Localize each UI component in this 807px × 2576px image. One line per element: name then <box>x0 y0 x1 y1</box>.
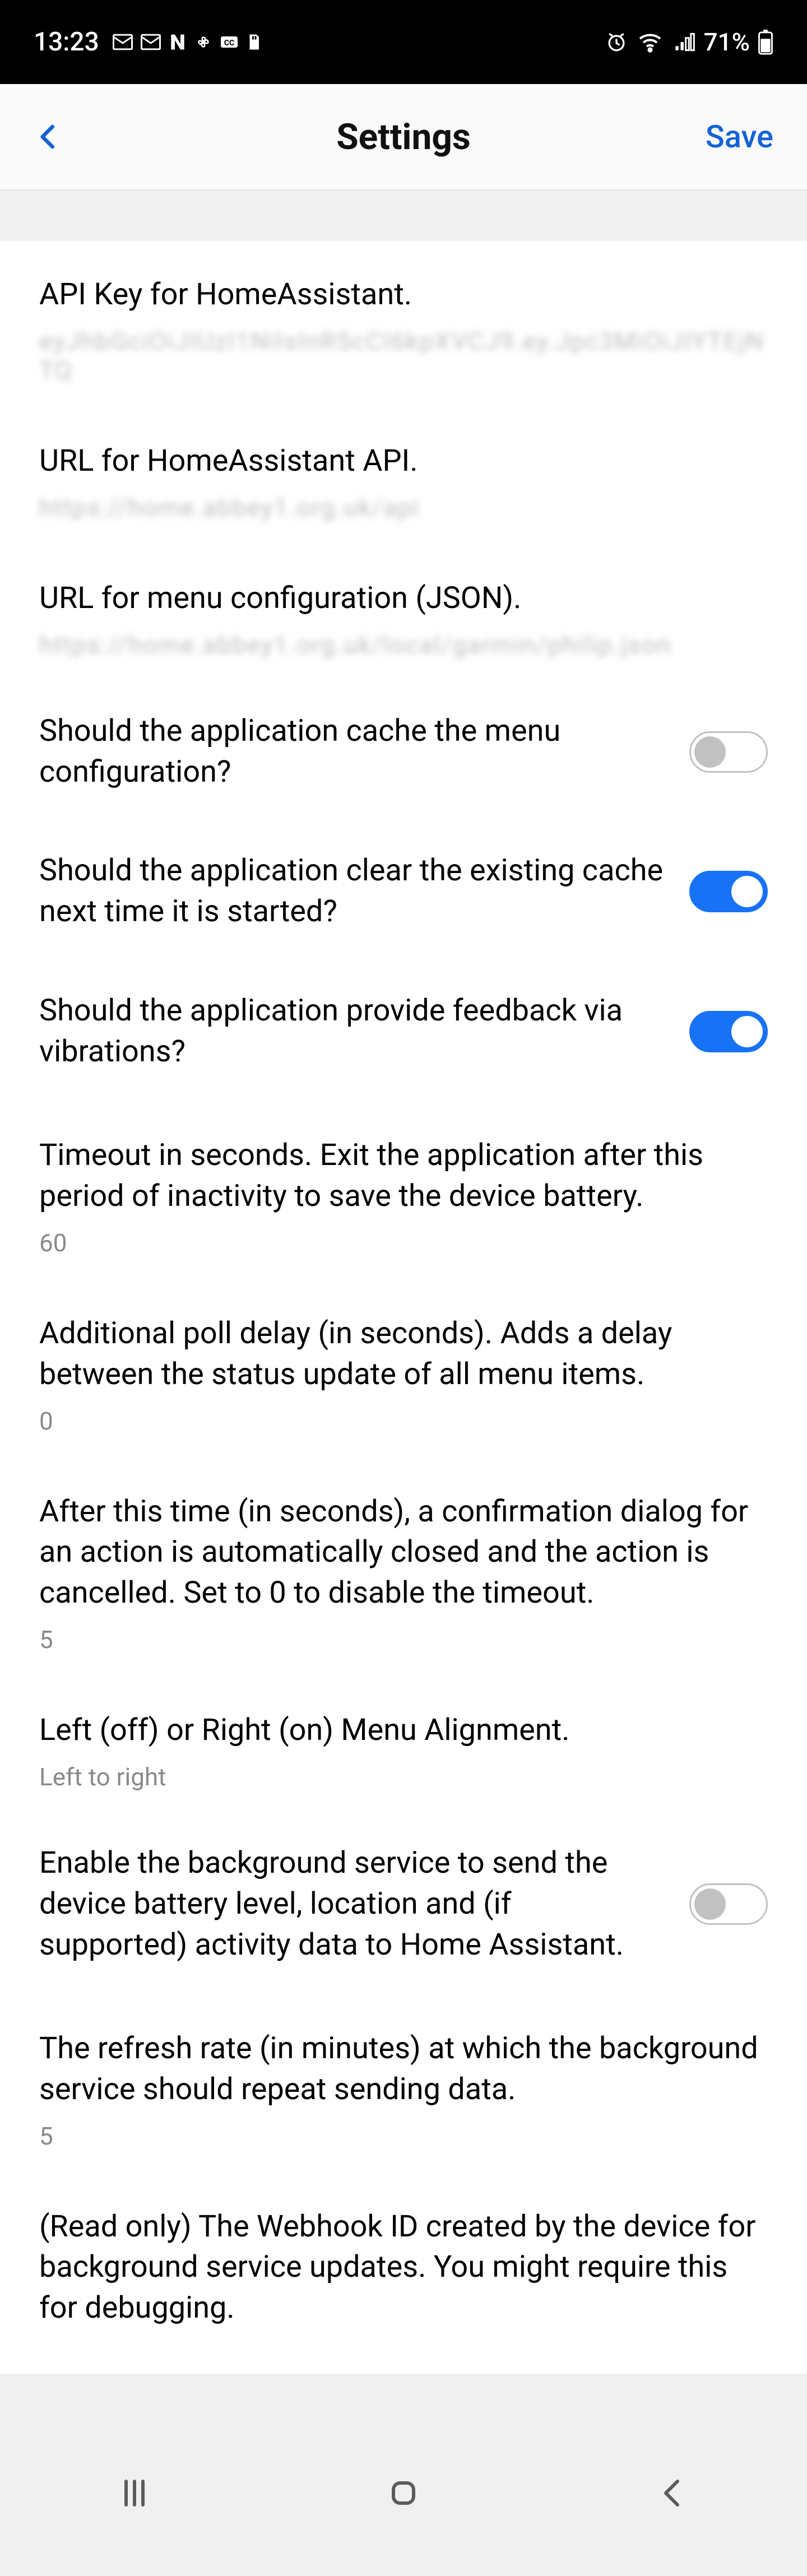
fan-icon <box>192 31 215 53</box>
row-vibration: Should the application provide feedback … <box>39 962 768 1102</box>
row-background-service: Enable the background service to send th… <box>39 1814 768 1995</box>
row-refresh-rate[interactable]: The refresh rate (in minutes) at which t… <box>39 1995 768 2173</box>
back-button[interactable] <box>34 122 64 152</box>
page-title: Settings <box>336 116 471 158</box>
toggle-cache-menu[interactable] <box>689 731 768 773</box>
value-blurred: eyJhbGciOiJIUzI1NiIsInR5cCI6kpXVCJ9.ey.J… <box>39 327 768 385</box>
toggle-clear-cache[interactable] <box>689 871 768 912</box>
value: 5 <box>39 2122 768 2151</box>
value: Left to right <box>39 1762 768 1791</box>
notion-icon <box>166 31 189 53</box>
battery-percent: 71% <box>704 27 750 57</box>
toggle-background-service[interactable] <box>689 1883 768 1925</box>
section-gap <box>0 191 807 241</box>
label: URL for HomeAssistant API. <box>39 441 768 482</box>
value: 60 <box>39 1228 768 1257</box>
row-poll-delay[interactable]: Additional poll delay (in seconds). Adds… <box>39 1280 768 1458</box>
status-bar: 13:23 CC <box>0 0 807 84</box>
settings-list: API Key for HomeAssistant. eyJhbGciOiJIU… <box>0 241 807 2374</box>
row-clear-cache: Should the application clear the existin… <box>39 821 768 962</box>
label: Left (off) or Right (on) Menu Alignment. <box>39 1710 768 1751</box>
row-confirm-timeout[interactable]: After this time (in seconds), a confirma… <box>39 1458 768 1677</box>
row-api-key[interactable]: API Key for HomeAssistant. eyJhbGciOiJIU… <box>39 241 768 407</box>
label: Enable the background service to send th… <box>39 1843 667 1966</box>
label: Additional poll delay (in seconds). Adds… <box>39 1313 768 1395</box>
screen: 13:23 CC <box>0 0 807 2542</box>
label: The refresh rate (in minutes) at which t… <box>39 2029 768 2110</box>
svg-text:CC: CC <box>224 39 234 48</box>
label: Should the application cache the menu co… <box>39 711 667 793</box>
home-button[interactable] <box>383 2473 424 2515</box>
toggle-vibration[interactable] <box>689 1011 768 1052</box>
row-cache-menu: Should the application cache the menu co… <box>39 682 768 822</box>
recents-button[interactable] <box>114 2473 155 2515</box>
label: Timeout in seconds. Exit the application… <box>39 1135 768 1217</box>
row-timeout[interactable]: Timeout in seconds. Exit the application… <box>39 1102 768 1280</box>
bottom-gap <box>0 2374 807 2447</box>
back-system-button[interactable] <box>652 2473 693 2515</box>
clock: 13:23 <box>34 27 99 57</box>
value-blurred: https://home.abbey1.org.uk/local/garmin/… <box>39 630 768 660</box>
label: Should the application clear the existin… <box>39 851 667 932</box>
mail-icon <box>110 30 135 54</box>
save-button[interactable]: Save <box>706 118 773 155</box>
status-right: 71% <box>604 27 773 57</box>
label: After this time (in seconds), a confirma… <box>39 1492 768 1614</box>
battery-icon <box>758 29 773 55</box>
row-alignment[interactable]: Left (off) or Right (on) Menu Alignment.… <box>39 1677 768 1814</box>
row-menu-url[interactable]: URL for menu configuration (JSON). https… <box>39 545 768 682</box>
captions-icon: CC <box>218 31 240 53</box>
label: Should the application provide feedback … <box>39 991 667 1073</box>
label: (Read only) The Webhook ID created by th… <box>39 2207 768 2329</box>
label: URL for menu configuration (JSON). <box>39 578 768 619</box>
value: 0 <box>39 1407 768 1436</box>
alarm-icon <box>604 30 629 54</box>
system-nav-bar <box>0 2447 807 2542</box>
value: 5 <box>39 1625 768 1654</box>
wifi-icon <box>637 29 664 55</box>
value-blurred: https://home.abbey1.org.uk/api <box>39 493 768 522</box>
row-webhook-id: (Read only) The Webhook ID created by th… <box>39 2173 768 2374</box>
signal-icon <box>671 30 696 54</box>
row-api-url[interactable]: URL for HomeAssistant API. https://home.… <box>39 407 768 545</box>
nav-bar: Settings Save <box>0 84 807 191</box>
label: API Key for HomeAssistant. <box>39 275 768 315</box>
status-notification-icons: CC <box>110 30 264 54</box>
status-left: 13:23 CC <box>34 27 264 57</box>
mail-icon <box>138 30 163 54</box>
sd-card-icon <box>244 30 264 54</box>
